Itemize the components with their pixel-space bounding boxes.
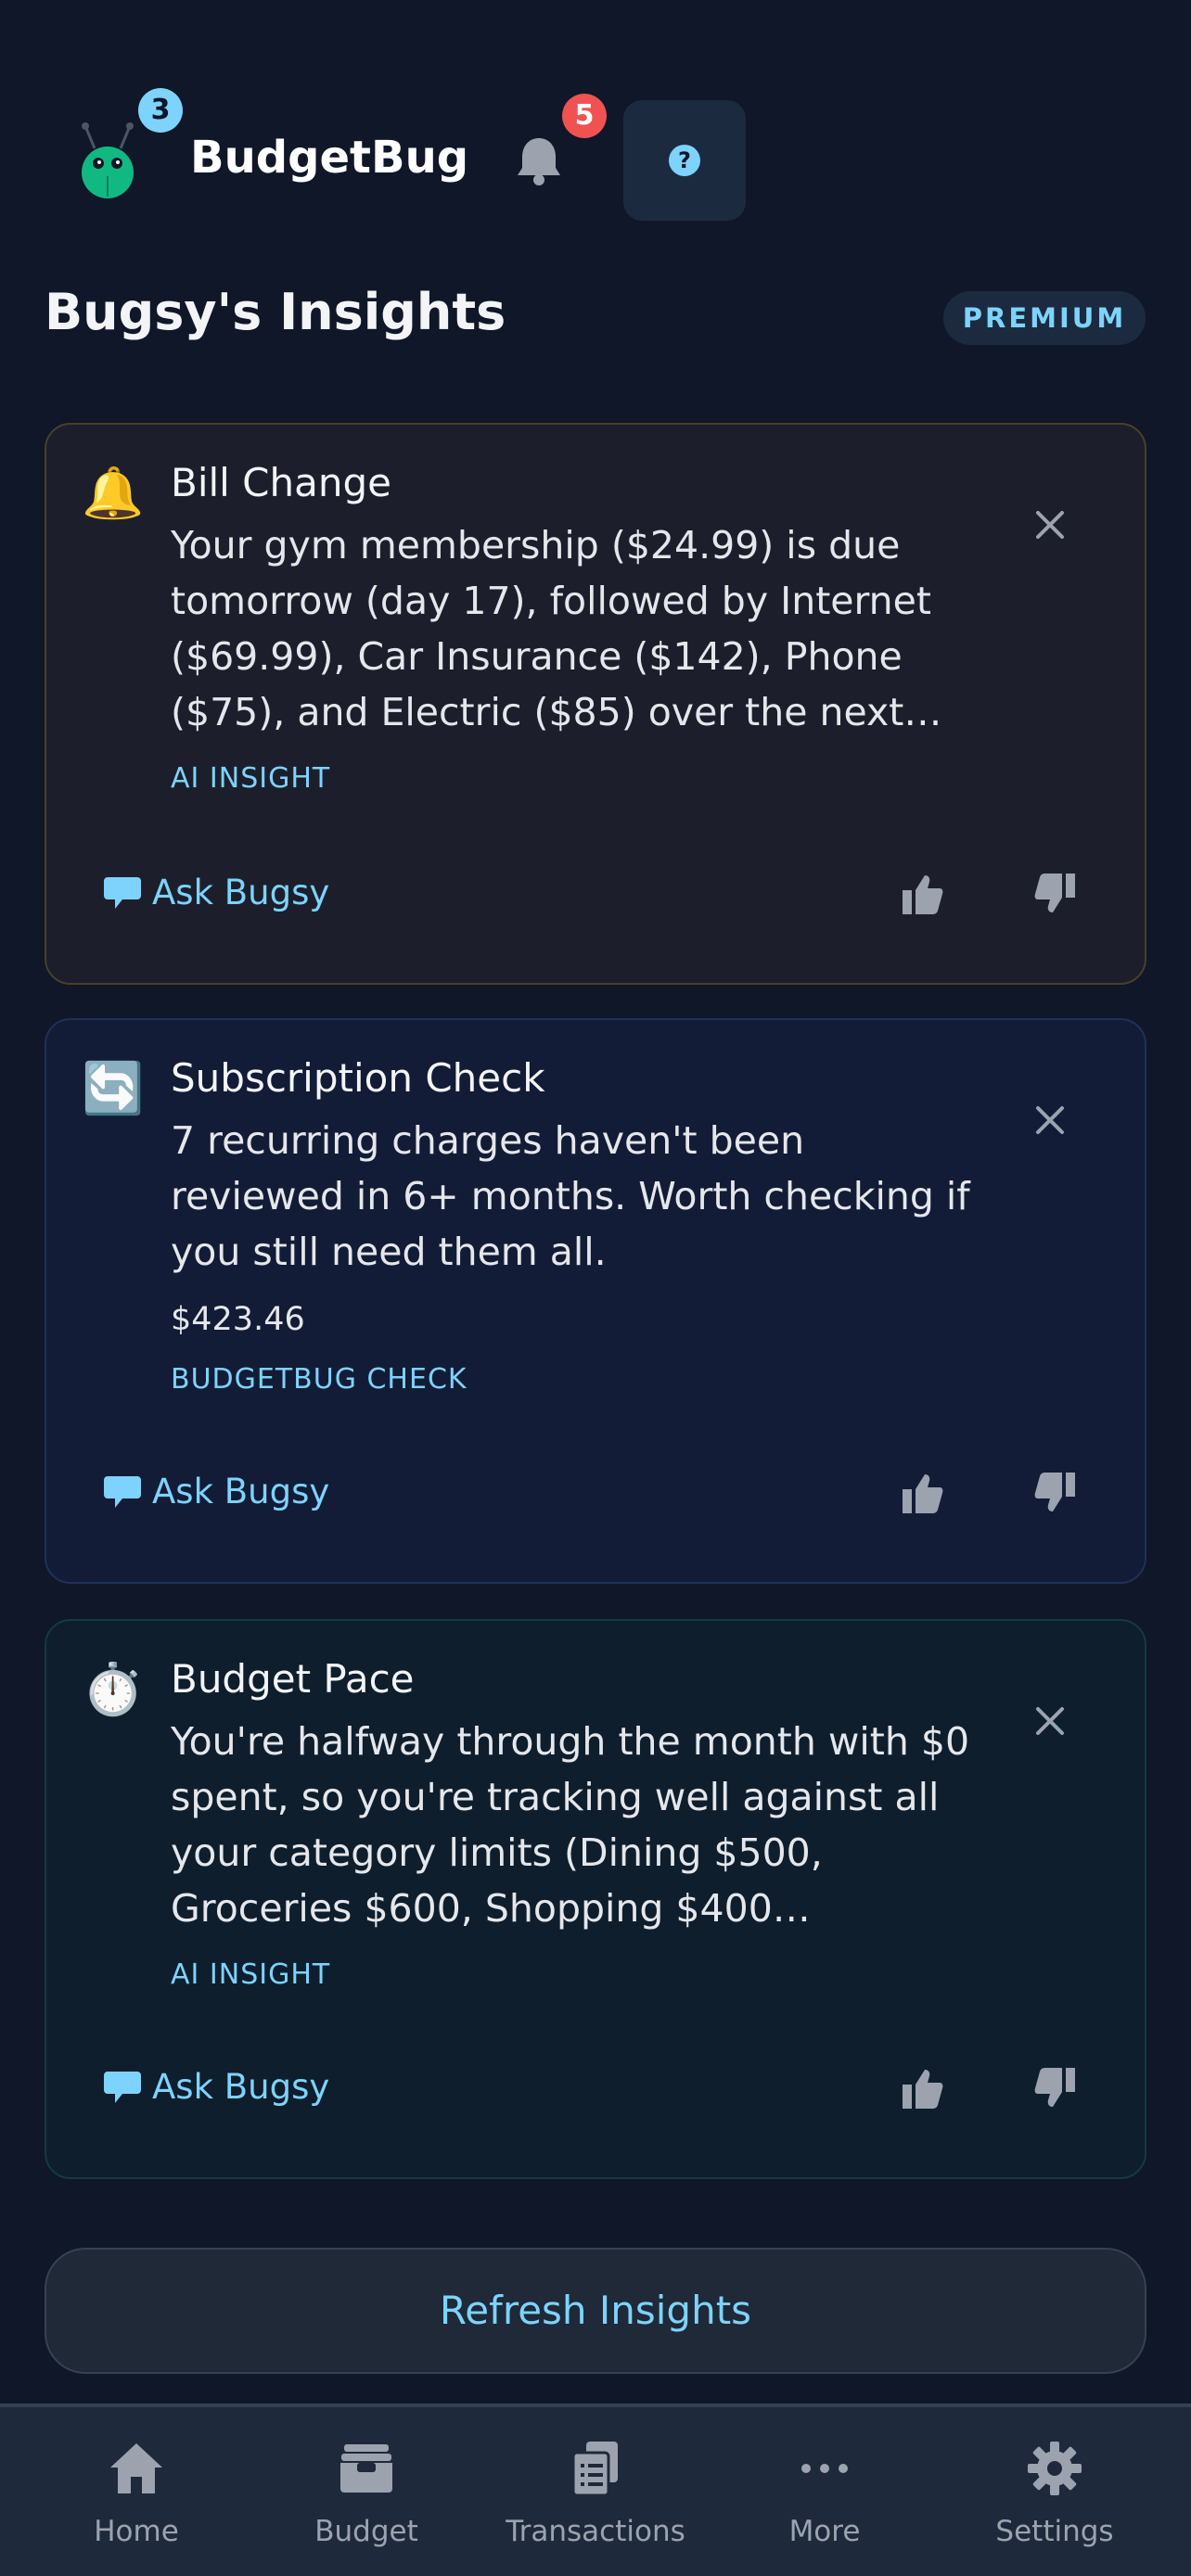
page-title: Bugsy's Insights <box>45 283 506 341</box>
nav-label: Transactions <box>506 2515 685 2548</box>
insight-title: Budget Pace <box>171 1656 415 1702</box>
thumbs-up-button[interactable] <box>894 2060 950 2116</box>
dismiss-button[interactable] <box>1024 1094 1076 1146</box>
nav-label: Home <box>94 2515 179 2548</box>
nav-label: Budget <box>314 2515 418 2548</box>
nav-item-budget[interactable]: Budget <box>255 2407 478 2576</box>
thumbs-up-icon <box>903 1474 943 1513</box>
wallet-icon <box>339 2441 394 2496</box>
thumbs-down-button[interactable] <box>1028 2060 1083 2116</box>
thumbs-up-button[interactable] <box>894 1465 950 1521</box>
thumbs-down-icon <box>1034 874 1075 912</box>
close-icon <box>1036 1106 1064 1134</box>
ask-bugsy-label: Ask Bugsy <box>152 2067 330 2107</box>
dismiss-button[interactable] <box>1024 499 1076 551</box>
insight-tag: AI INSIGHT <box>171 762 331 795</box>
insight-body: Your gym membership ($24.99) is due tomo… <box>171 523 942 734</box>
premium-badge: PREMIUM <box>943 291 1146 345</box>
chat-bubble-icon <box>104 2072 141 2103</box>
nav-item-transactions[interactable]: Transactions <box>484 2407 707 2576</box>
chat-bubble-icon <box>104 1476 141 1508</box>
nav-item-settings[interactable]: Settings <box>943 2407 1166 2576</box>
bug-icon[interactable] <box>74 121 141 200</box>
dismiss-button[interactable] <box>1024 1695 1076 1747</box>
thumbs-down-button[interactable] <box>1028 866 1083 922</box>
thumbs-down-icon <box>1034 2068 1075 2107</box>
chat-bubble-icon <box>104 877 141 909</box>
nav-item-more[interactable]: More <box>713 2407 936 2576</box>
insight-body: You're halfway through the month with $0… <box>171 1719 970 1931</box>
thumbs-down-icon <box>1034 1473 1075 1511</box>
nav-label: Settings <box>995 2515 1114 2548</box>
nav-label: More <box>788 2515 861 2548</box>
insight-title: Subscription Check <box>171 1055 545 1101</box>
close-icon <box>1036 1707 1064 1735</box>
logo-badge: 3 <box>138 88 183 133</box>
insight-card-subscription-check: 🔄 Subscription Check 7 recurring charges… <box>45 1018 1146 1584</box>
receipts-icon <box>568 2441 623 2497</box>
insight-amount: $423.46 <box>171 1301 305 1338</box>
ask-bugsy-button[interactable]: Ask Bugsy <box>104 2064 329 2111</box>
insight-tag: AI INSIGHT <box>171 1958 331 1991</box>
refresh-emoji-icon: 🔄 <box>82 1059 145 1117</box>
stopwatch-emoji-icon: ⏱️ <box>82 1660 145 1718</box>
insight-title: Bill Change <box>171 460 391 505</box>
thumbs-up-icon <box>903 2070 943 2109</box>
ask-bugsy-button[interactable]: Ask Bugsy <box>104 1469 329 1515</box>
thumbs-up-button[interactable] <box>894 866 950 922</box>
ask-bugsy-label: Ask Bugsy <box>152 1472 330 1511</box>
insight-card-budget-pace: ⏱️ Budget Pace You're halfway through th… <box>45 1619 1146 2179</box>
refresh-insights-button[interactable]: Refresh Insights <box>45 2248 1146 2374</box>
gear-icon <box>1027 2441 1082 2496</box>
bottom-nav: Home Budget Transactions More Settings <box>0 2404 1191 2576</box>
nav-item-home[interactable]: Home <box>25 2407 248 2576</box>
notification-badge: 5 <box>562 94 607 138</box>
ellipsis-icon <box>797 2441 852 2496</box>
question-icon: ? <box>669 145 700 176</box>
thumbs-down-button[interactable] <box>1028 1465 1083 1521</box>
bell-icon[interactable] <box>515 134 563 186</box>
close-icon <box>1036 511 1064 539</box>
insight-card-bill-change: 🔔 Bill Change Your gym membership ($24.9… <box>45 423 1146 985</box>
app-header: 3 BudgetBug 5 ? <box>0 0 1191 269</box>
ask-bugsy-button[interactable]: Ask Bugsy <box>104 870 329 916</box>
insight-tag: BUDGETBUG CHECK <box>171 1363 467 1396</box>
home-icon <box>109 2441 164 2496</box>
insight-body: 7 recurring charges haven't been reviewe… <box>171 1118 970 1274</box>
thumbs-up-icon <box>903 875 943 914</box>
bell-emoji-icon: 🔔 <box>82 464 145 522</box>
help-button[interactable]: ? <box>623 100 746 221</box>
brand-name: BudgetBug <box>190 132 469 184</box>
ask-bugsy-label: Ask Bugsy <box>152 873 330 912</box>
